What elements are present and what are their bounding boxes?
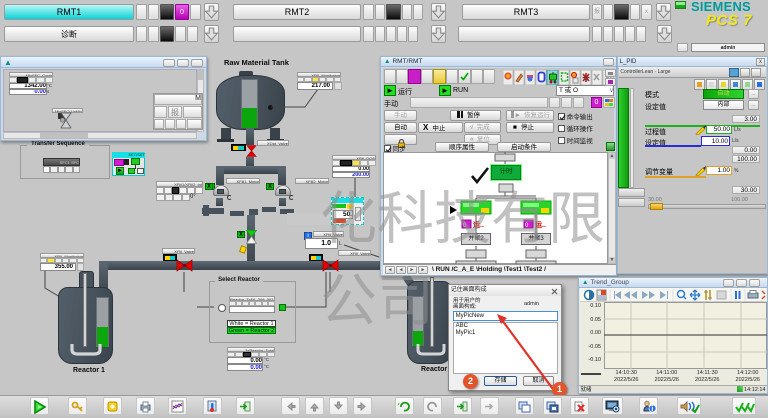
svg-text:i: i [651,406,653,413]
